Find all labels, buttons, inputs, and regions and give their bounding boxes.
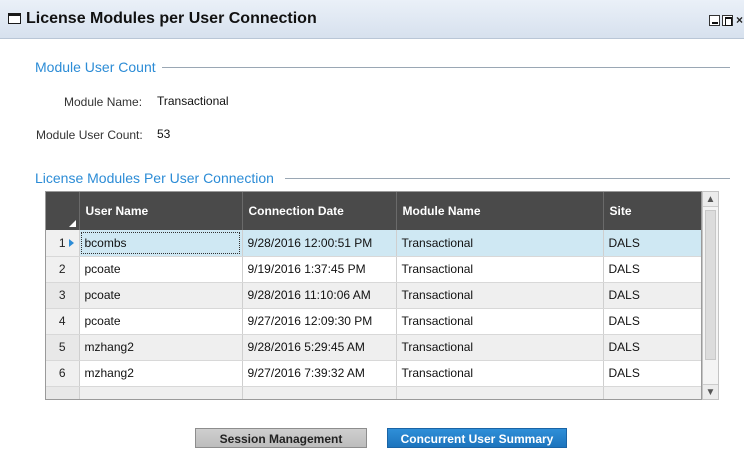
column-header-user-name[interactable]: User Name xyxy=(79,192,243,230)
close-icon[interactable]: × xyxy=(735,15,744,26)
cell-connection-date[interactable]: 9/27/2016 12:09:30 PM xyxy=(242,308,397,335)
minimize-icon[interactable] xyxy=(709,15,720,26)
cell-site[interactable]: DALS xyxy=(603,360,701,387)
cell-site[interactable]: DALS xyxy=(603,230,701,257)
cell-connection-date[interactable]: 9/27/2016 7:39:32 AM xyxy=(242,360,397,387)
cell-user-name[interactable]: pcoate xyxy=(79,308,243,335)
row-number[interactable]: 2 xyxy=(46,256,80,283)
column-header-module-name[interactable]: Module Name xyxy=(396,192,604,230)
window-icon xyxy=(8,13,21,24)
select-all-corner[interactable] xyxy=(46,192,80,230)
table-row[interactable]: 6 mzhang2 9/27/2016 7:39:32 AM Transacti… xyxy=(46,360,701,387)
cell-site[interactable]: DALS xyxy=(603,334,701,361)
cell-connection-date[interactable]: 9/28/2016 11:10:06 AM xyxy=(242,282,397,309)
scroll-up-icon[interactable]: ▲ xyxy=(703,192,718,207)
table-row[interactable]: 3 pcoate 9/28/2016 11:10:06 AM Transacti… xyxy=(46,282,701,309)
grid-header-row: User Name Connection Date Module Name Si… xyxy=(46,192,701,230)
table-row[interactable]: 5 mzhang2 9/28/2016 5:29:45 AM Transacti… xyxy=(46,334,701,361)
cell-module-name[interactable]: Transactional xyxy=(396,360,604,387)
cell-module-name[interactable]: Transactional xyxy=(396,308,604,335)
column-header-site[interactable]: Site xyxy=(603,192,701,230)
cell-site[interactable]: DALS xyxy=(603,282,701,309)
cell-module-name[interactable]: Transactional xyxy=(396,282,604,309)
cell-connection-date[interactable]: 9/28/2016 5:29:45 AM xyxy=(242,334,397,361)
current-row-arrow-icon xyxy=(68,239,74,247)
module-user-count-value: 53 xyxy=(157,127,171,141)
cell-connection-date[interactable]: 9/19/2016 1:37:45 PM xyxy=(242,256,397,283)
cell-user-name[interactable]: pcoate xyxy=(79,282,243,309)
cell-connection-date[interactable]: 9/28/2016 12:00:51 PM xyxy=(242,230,397,257)
section-divider xyxy=(285,178,730,179)
cell-user-name[interactable] xyxy=(79,386,243,399)
section-divider xyxy=(162,67,730,68)
cell-site[interactable] xyxy=(603,386,701,399)
row-number[interactable]: 1 xyxy=(46,230,80,257)
scroll-down-icon[interactable]: ▼ xyxy=(703,384,718,399)
row-number[interactable]: 3 xyxy=(46,282,80,309)
corner-triangle-icon xyxy=(68,220,76,227)
cell-user-name[interactable]: mzhang2 xyxy=(79,360,243,387)
scrollbar-thumb[interactable] xyxy=(705,210,716,360)
concurrent-user-summary-button[interactable]: Concurrent User Summary xyxy=(387,428,567,448)
module-name-value: Transactional xyxy=(157,94,229,108)
table-row[interactable]: 4 pcoate 9/27/2016 12:09:30 PM Transacti… xyxy=(46,308,701,335)
maximize-icon[interactable] xyxy=(722,15,733,26)
row-number[interactable] xyxy=(46,386,80,399)
table-row[interactable]: 2 pcoate 9/19/2016 1:37:45 PM Transactio… xyxy=(46,256,701,283)
cell-module-name[interactable]: Transactional xyxy=(396,256,604,283)
cell-module-name[interactable]: Transactional xyxy=(396,230,604,257)
session-management-button[interactable]: Session Management xyxy=(195,428,367,448)
window-title: License Modules per User Connection xyxy=(26,10,317,27)
license-modules-heading: License Modules Per User Connection xyxy=(35,170,274,186)
module-user-count-label: Module User Count: xyxy=(36,128,143,142)
row-number[interactable]: 6 xyxy=(46,360,80,387)
module-user-count-heading: Module User Count xyxy=(35,59,156,75)
table-row[interactable]: 1 bcombs 9/28/2016 12:00:51 PM Transacti… xyxy=(46,230,701,257)
license-modules-grid[interactable]: User Name Connection Date Module Name Si… xyxy=(45,191,702,400)
table-row-partial[interactable] xyxy=(46,386,701,399)
cell-user-name[interactable]: pcoate xyxy=(79,256,243,283)
row-number[interactable]: 5 xyxy=(46,334,80,361)
cell-site[interactable]: DALS xyxy=(603,256,701,283)
grid-vertical-scrollbar[interactable]: ▲ ▼ xyxy=(702,191,719,400)
title-bar: License Modules per User Connection × xyxy=(0,0,744,39)
cell-connection-date[interactable] xyxy=(242,386,397,399)
cell-site[interactable]: DALS xyxy=(603,308,701,335)
cell-module-name[interactable] xyxy=(396,386,604,399)
module-name-label: Module Name: xyxy=(64,95,143,109)
row-number[interactable]: 4 xyxy=(46,308,80,335)
cell-user-name[interactable]: mzhang2 xyxy=(79,334,243,361)
column-header-connection-date[interactable]: Connection Date xyxy=(242,192,397,230)
cell-module-name[interactable]: Transactional xyxy=(396,334,604,361)
cell-user-name[interactable]: bcombs xyxy=(79,230,243,257)
